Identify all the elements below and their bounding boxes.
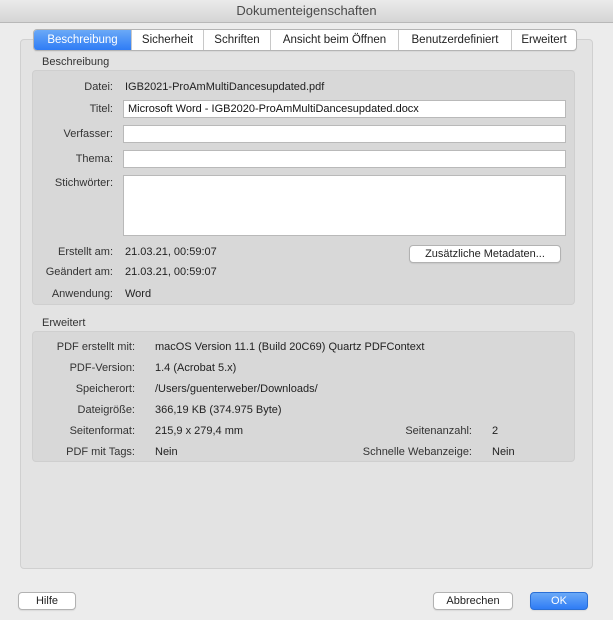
pagecount-value: 2 [492, 425, 499, 437]
window-titlebar: Dokumenteigenschaften [0, 0, 613, 23]
author-label: Verfasser: [63, 128, 113, 140]
subject-label: Thema: [75, 153, 113, 165]
title-label: Titel: [89, 103, 113, 115]
pagecount-label: Seitenanzahl: [405, 425, 472, 437]
application-value: Word [125, 288, 152, 300]
modified-label: Geändert am: [45, 266, 113, 278]
pdf-version-label: PDF-Version: [69, 362, 135, 374]
producer-label: PDF erstellt mit: [56, 341, 135, 353]
file-value: IGB2021-ProAmMultiDancesupdated.pdf [125, 81, 325, 93]
tagged-label: PDF mit Tags: [66, 446, 135, 458]
filesize-value: 366,19 KB (374.975 Byte) [155, 404, 282, 416]
additional-metadata-button[interactable]: Zusätzliche Metadaten... [409, 245, 561, 263]
location-value: /Users/guenterweber/Downloads/ [155, 383, 318, 395]
subject-field[interactable] [123, 150, 566, 168]
fastweb-value: Nein [492, 446, 515, 458]
tagged-value: Nein [155, 446, 178, 458]
pdf-version-value: 1.4 (Acrobat 5.x) [155, 362, 237, 374]
keywords-field[interactable] [123, 175, 566, 236]
ok-button[interactable]: OK [530, 592, 588, 610]
tab-sicherheit[interactable]: Sicherheit [131, 30, 203, 50]
keywords-label: Stichwörter: [54, 177, 113, 189]
description-heading: Beschreibung [42, 56, 110, 68]
help-button[interactable]: Hilfe [18, 592, 76, 610]
tab-ansicht-beim-oeffnen[interactable]: Ansicht beim Öffnen [270, 30, 398, 50]
tab-bar: Beschreibung Sicherheit Schriften Ansich… [33, 29, 577, 51]
advanced-heading: Erweitert [42, 317, 86, 329]
cancel-button[interactable]: Abbrechen [433, 592, 513, 610]
tab-benutzerdefiniert[interactable]: Benutzerdefiniert [398, 30, 511, 50]
created-value: 21.03.21, 00:59:07 [125, 246, 217, 258]
tab-schriften[interactable]: Schriften [203, 30, 270, 50]
title-field[interactable]: Microsoft Word - IGB2020-ProAmMultiDance… [123, 100, 566, 118]
tab-erweitert[interactable]: Erweitert [511, 30, 576, 50]
file-label: Datei: [84, 81, 113, 93]
application-label: Anwendung: [51, 288, 113, 300]
pagesize-label: Seitenformat: [69, 425, 135, 437]
producer-value: macOS Version 11.1 (Build 20C69) Quartz … [155, 341, 425, 353]
modified-value: 21.03.21, 00:59:07 [125, 266, 217, 278]
tab-beschreibung[interactable]: Beschreibung [34, 30, 131, 50]
fastweb-label: Schnelle Webanzeige: [362, 446, 472, 458]
filesize-label: Dateigröße: [77, 404, 135, 416]
pagesize-value: 215,9 x 279,4 mm [155, 425, 244, 437]
author-field[interactable] [123, 125, 566, 143]
window-title: Dokumenteigenschaften [236, 3, 377, 18]
location-label: Speicherort: [75, 383, 135, 395]
created-label: Erstellt am: [57, 246, 113, 258]
